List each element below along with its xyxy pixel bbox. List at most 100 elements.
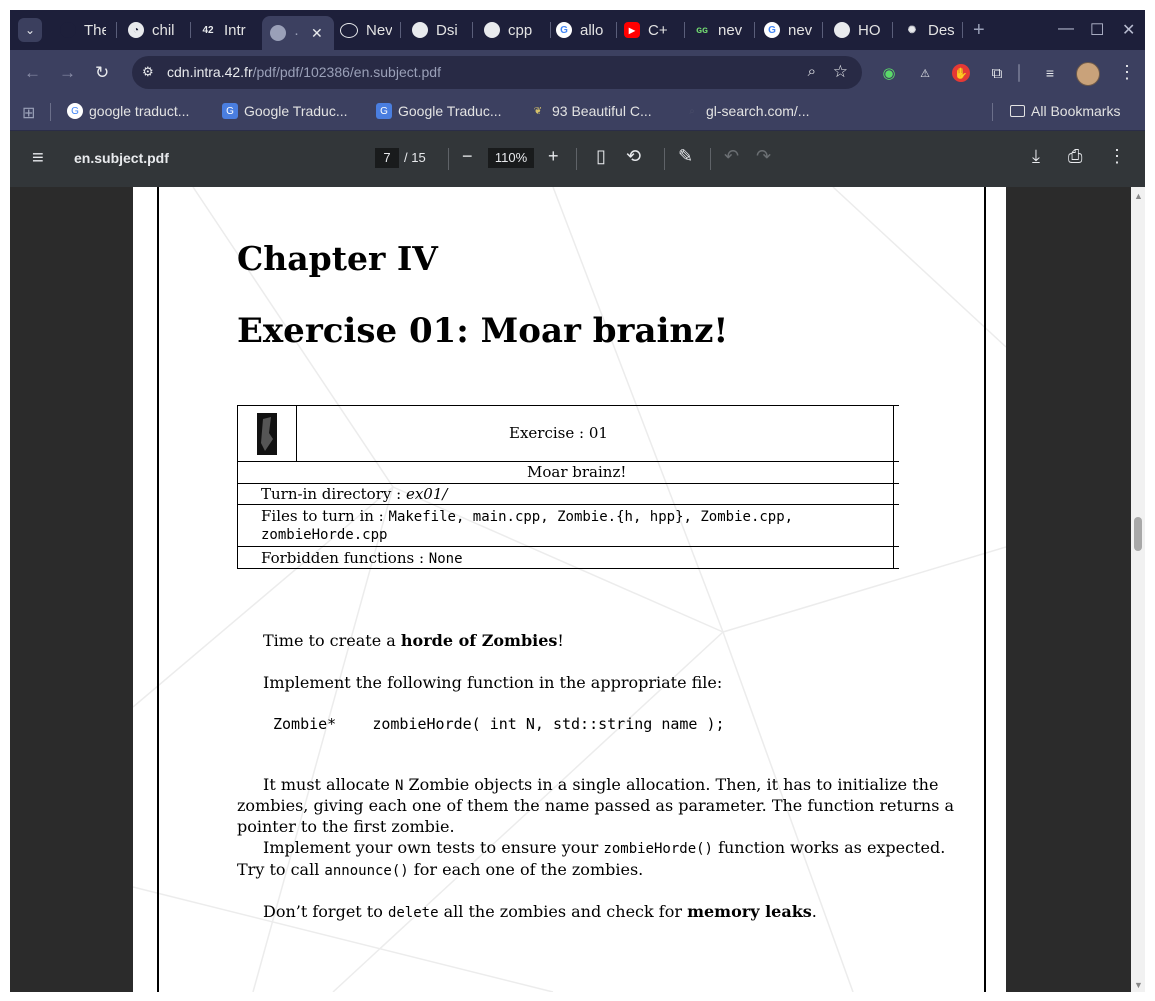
copilot-icon (340, 22, 358, 38)
redo-icon[interactable]: ↷ (756, 146, 771, 167)
paragraph-3-line-3: pointer to the first zombie. (237, 817, 455, 836)
42-logo-image (257, 413, 277, 455)
scroll-up-icon[interactable]: ▲ (1134, 191, 1143, 201)
tab-strip: ⌄ The ◔ chil 42 Intr · ✕ Nev Dsi cpp G a… (10, 10, 1145, 50)
pdf-menu-icon[interactable]: ≡ (32, 147, 44, 170)
site-info-icon[interactable]: ⚙ (142, 64, 158, 80)
back-icon[interactable]: ← (24, 63, 41, 83)
google-icon: G (556, 22, 572, 38)
pdf-filename: en.subject.pdf (74, 150, 169, 166)
tab-title: Dsi (436, 21, 458, 39)
paragraph-2: Implement the following function in the … (263, 673, 723, 692)
github-icon (412, 22, 428, 38)
browser-menu-icon[interactable]: ⋮ (1118, 62, 1136, 83)
tab-title: HO (858, 21, 881, 39)
bookmark-label: 93 Beautiful C... (552, 103, 652, 119)
apps-grid-icon[interactable]: ⊞ (22, 103, 35, 123)
zoom-in-icon[interactable]: + (548, 146, 559, 167)
tab-6[interactable]: Dsi (412, 16, 464, 44)
youtube-icon: ▶ (624, 22, 640, 38)
bookmark-3[interactable]: G Google Traduc... (376, 103, 502, 119)
pdf-toolbar: ≡ en.subject.pdf 7 / 15 − 110% + ▯ ⟲ ✎ ↶… (10, 131, 1145, 187)
chapter-heading: Chapter IV (237, 239, 438, 278)
bookmark-star-icon[interactable]: ☆ (833, 62, 848, 82)
tab-10[interactable]: ɢɢ nev (694, 16, 744, 44)
paragraph-4-line-1: Implement your own tests to ensure your … (263, 838, 946, 857)
media-control-icon[interactable]: ≡ (1041, 64, 1059, 82)
folder-icon (1010, 105, 1025, 117)
42-logo-icon: 42 (202, 24, 214, 36)
forward-icon[interactable]: → (59, 63, 76, 83)
minimize-icon[interactable]: — (1058, 20, 1074, 38)
bookmark-4[interactable]: ❦ 93 Beautiful C... (530, 103, 652, 119)
pdf-viewer[interactable]: Chapter IV Exercise 01: Moar brainz! Exe… (10, 187, 1131, 992)
google-translate-icon: G (376, 103, 392, 119)
geeksforgeeks-icon: ɢɢ (696, 24, 708, 36)
zoom-input[interactable]: 110% (488, 148, 534, 168)
tab-7[interactable]: cpp (484, 16, 544, 44)
scroll-down-icon[interactable]: ▼ (1134, 980, 1143, 990)
bookmark-label: Google Traduc... (398, 103, 502, 119)
close-tab-icon[interactable]: ✕ (311, 25, 323, 42)
bookmark-5[interactable]: ⌕ gl-search.com/... (684, 103, 809, 119)
tab-2[interactable]: ◔ chil (128, 16, 180, 44)
paragraph-1: Time to create a horde of Zombies! (263, 631, 564, 650)
fit-page-icon[interactable]: ▯ (596, 146, 606, 167)
browser-window: ⌄ The ◔ chil 42 Intr · ✕ Nev Dsi cpp G a… (10, 10, 1145, 992)
page-total: / 15 (404, 150, 426, 165)
tab-title: Nev (366, 21, 392, 39)
profile-avatar[interactable] (1076, 62, 1100, 86)
paragraph-3-line-2: zombies, giving each one of them the nam… (237, 796, 955, 815)
zoom-icon[interactable]: ⌕ (808, 63, 816, 80)
tab-search-button[interactable]: ⌄ (18, 18, 42, 42)
address-bar[interactable]: ⚙ cdn.intra.42.fr/pdf/pdf/102386/en.subj… (132, 56, 862, 89)
extension-red-icon[interactable]: ✋ (952, 64, 970, 82)
tab-title: nev (718, 21, 743, 39)
all-bookmarks[interactable]: All Bookmarks (1010, 103, 1120, 119)
paragraph-3-line-1: It must allocate N Zombie objects in a s… (263, 775, 939, 794)
close-window-icon[interactable]: ✕ (1122, 20, 1135, 40)
zoom-out-icon[interactable]: − (462, 146, 473, 167)
leaf-icon: ❦ (533, 105, 543, 117)
print-icon[interactable]: ⎙ (1068, 146, 1082, 167)
toolbar-divider (1018, 64, 1020, 82)
download-icon[interactable]: ⤓ (1032, 146, 1040, 167)
maximize-icon[interactable]: ☐ (1090, 20, 1104, 40)
files-row: Files to turn in : Makefile, main.cpp, Z… (261, 507, 794, 525)
undo-icon[interactable]: ↶ (724, 146, 739, 167)
new-tab-icon[interactable]: + (973, 19, 985, 42)
tab-9[interactable]: ▶ C+ (624, 16, 676, 44)
tab-active[interactable]: · ✕ (262, 16, 334, 50)
bookmark-label: gl-search.com/... (706, 103, 810, 119)
bookmark-label: google traduct... (89, 103, 190, 119)
tab-3[interactable]: 42 Intr (200, 16, 250, 44)
tab-11[interactable]: G nev (764, 16, 814, 44)
github-copilot-icon: ◔ (128, 22, 144, 38)
pdf-more-icon[interactable]: ⋮ (1108, 146, 1126, 167)
scrollbar-thumb[interactable] (1134, 517, 1142, 551)
tab-5[interactable]: Nev (340, 16, 392, 44)
tab-13[interactable]: ✺ Des (904, 16, 954, 44)
page-number-input[interactable]: 7 (375, 148, 399, 168)
tab-8[interactable]: G allo (556, 16, 608, 44)
extension-warning-icon[interactable]: ⚠ (916, 64, 934, 82)
tab-1[interactable]: The (60, 16, 106, 44)
chatgpt-icon: ✺ (907, 24, 917, 36)
annotate-pen-icon[interactable]: ✎ (678, 146, 693, 167)
browser-toolbar: ← → ↻ ⚙ cdn.intra.42.fr/pdf/pdf/102386/e… (10, 50, 1145, 95)
tab-title: cpp (508, 21, 533, 39)
rotate-icon[interactable]: ⟲ (626, 146, 641, 167)
extensions-puzzle-icon[interactable]: ⧉ (988, 64, 1006, 82)
tab-title: chil (152, 21, 175, 39)
reload-icon[interactable]: ↻ (95, 63, 109, 83)
bookmark-1[interactable]: G google traduct... (67, 103, 189, 119)
tab-12[interactable]: HO (834, 16, 886, 44)
url-text[interactable]: cdn.intra.42.fr/pdf/pdf/102386/en.subjec… (167, 64, 441, 80)
google-translate-icon: G (222, 103, 238, 119)
forbidden-row: Forbidden functions : None (261, 549, 463, 567)
turnin-row: Turn-in directory : ex01/ (261, 485, 448, 503)
bookmark-2[interactable]: G Google Traduc... (222, 103, 348, 119)
extension-eye-icon[interactable]: ◉ (880, 64, 898, 82)
github-icon (484, 22, 500, 38)
vertical-scrollbar[interactable]: ▲ ▼ (1131, 187, 1145, 992)
